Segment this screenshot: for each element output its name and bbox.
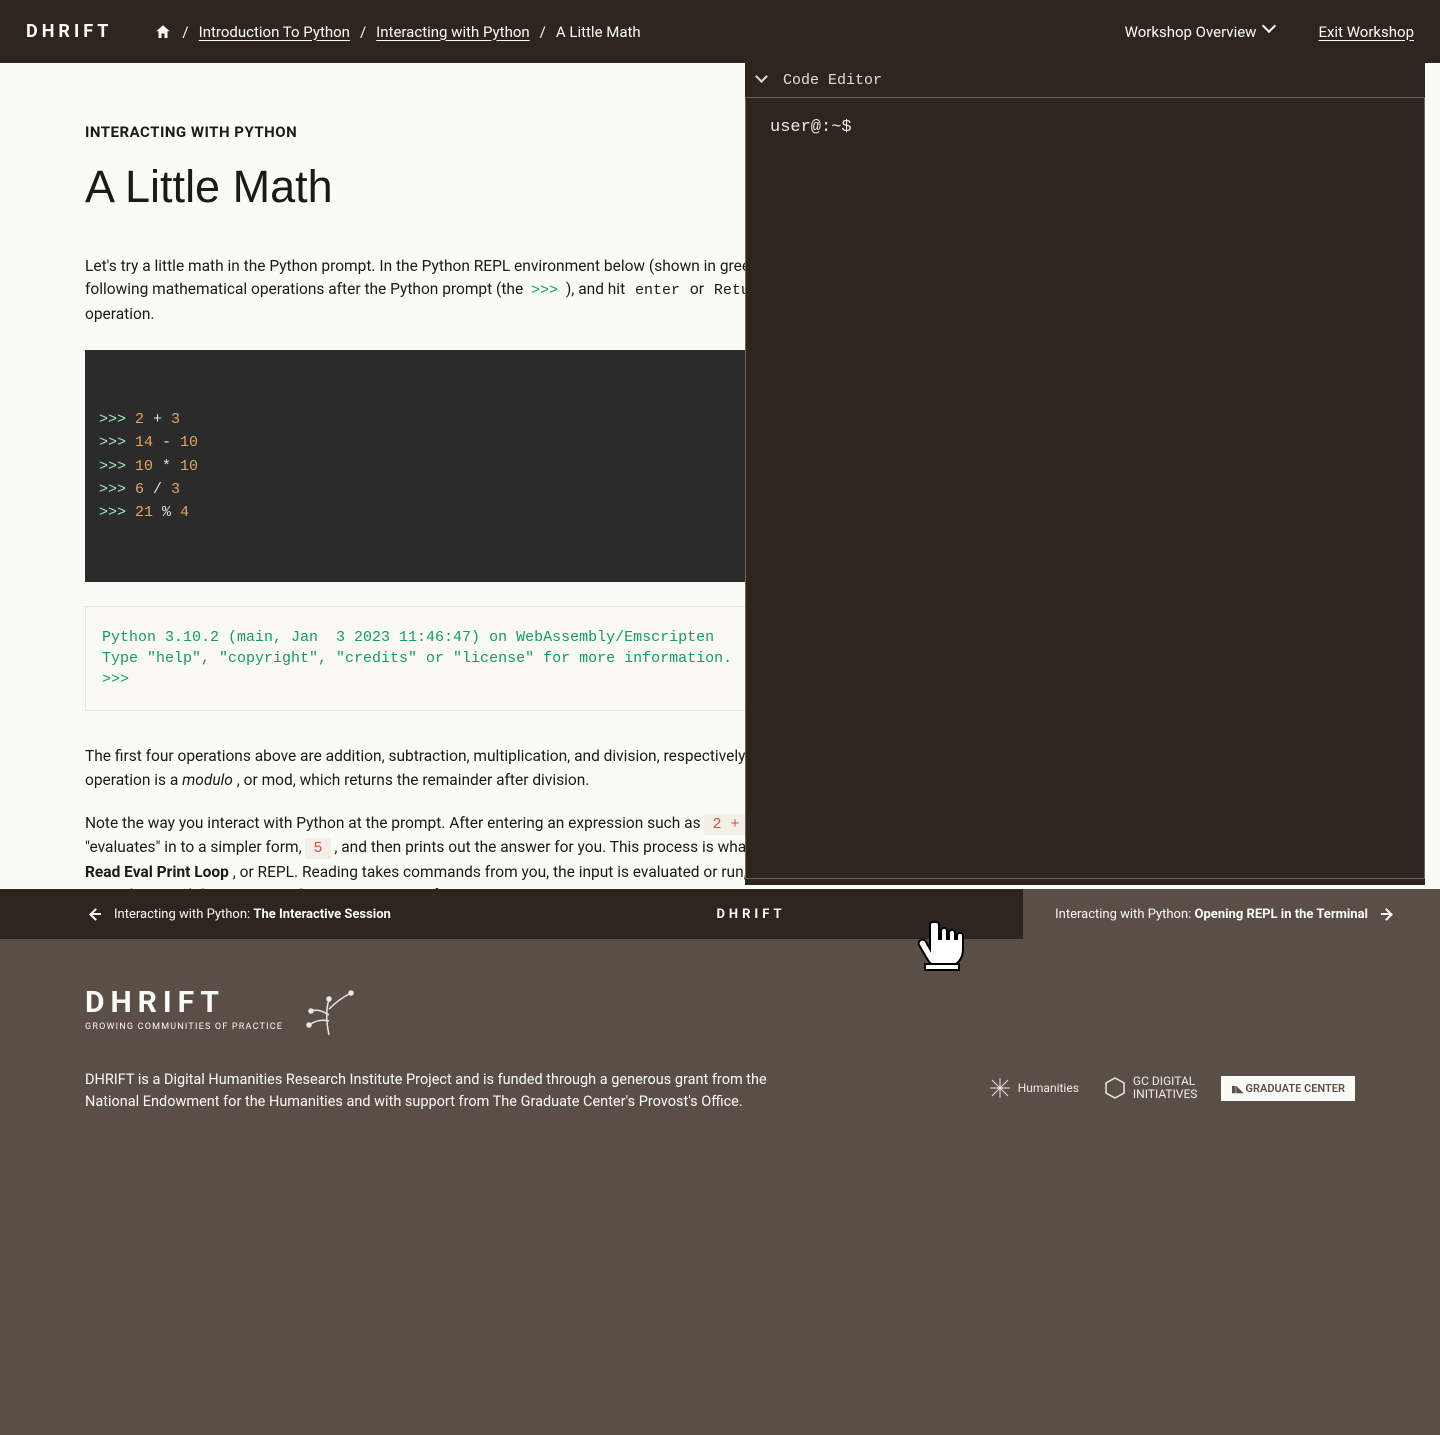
chevron-down-icon	[757, 74, 769, 86]
home-icon[interactable]	[154, 23, 172, 41]
repl-prompt: >>>	[99, 481, 135, 498]
repl-prompt: >>>	[99, 434, 135, 451]
code-number: 2	[135, 411, 144, 428]
lesson-content: INTERACTING WITH PYTHON A Little Math Le…	[0, 123, 875, 974]
footer-tagline: GROWING COMMUNITIES OF PRACTICE	[85, 1022, 283, 1032]
code-editor-title: Code Editor	[783, 72, 882, 89]
next-title: Opening REPL in the Terminal	[1195, 907, 1368, 922]
workshop-overview-label: Workshop Overview	[1125, 23, 1257, 41]
footer-top: DHRIFT GROWING COMMUNITIES OF PRACTICE	[85, 985, 1355, 1037]
sponsor-graduate-center[interactable]: ▮◣ GRADUATE CENTER	[1221, 1076, 1355, 1101]
exit-workshop-link[interactable]: Exit Workshop	[1318, 23, 1414, 41]
code-editor-body[interactable]: user@:~$	[745, 97, 1425, 879]
inline-prompt-code: >>>	[527, 282, 562, 299]
breadcrumb-intro-link[interactable]: Introduction To Python	[199, 23, 350, 41]
code-number: 3	[171, 481, 180, 498]
breadcrumb-interacting-link[interactable]: Interacting with Python	[376, 23, 530, 41]
code-number: 10	[180, 458, 198, 475]
prev-lesson-label: Interacting with Python: The Interactive…	[114, 907, 391, 922]
code-number: 21	[135, 504, 153, 521]
repl-acronym: Read Eval Print Loop	[85, 863, 229, 881]
chevron-down-icon	[1264, 25, 1278, 39]
breadcrumb-separator: /	[360, 23, 366, 41]
code-number: 3	[171, 411, 180, 428]
header-right: Workshop Overview Exit Workshop	[1125, 23, 1414, 41]
next-prefix: Interacting with Python:	[1055, 907, 1194, 922]
inline-enter-key: enter	[629, 280, 686, 301]
footer-logo: DHRIFT	[85, 985, 283, 1020]
inline-code-result: 5	[305, 838, 330, 859]
code-operator: *	[153, 458, 180, 475]
code-editor-header[interactable]: Code Editor	[745, 63, 1425, 97]
arrow-right-icon	[1380, 907, 1394, 921]
lesson-nav-bar: Interacting with Python: The Interactive…	[0, 889, 1440, 939]
repl-prompt: >>>	[99, 458, 135, 475]
hex-icon	[1103, 1076, 1127, 1100]
nav-center-logo: DHRIFT	[716, 907, 785, 922]
header-left: DHRIFT / Introduction To Python / Intera…	[26, 21, 641, 42]
intro-text: or	[690, 280, 708, 298]
prev-title: The Interactive Session	[253, 907, 390, 922]
prev-prefix: Interacting with Python:	[114, 907, 253, 922]
code-number: 6	[135, 481, 144, 498]
prev-lesson-button[interactable]: Interacting with Python: The Interactive…	[0, 889, 479, 939]
burst-icon	[988, 1076, 1012, 1100]
footer-bottom: DHRIFT is a Digital Humanities Research …	[85, 1069, 1355, 1113]
code-number: 4	[180, 504, 189, 521]
repl-prompt: >>>	[99, 504, 135, 521]
footer-logo-block: DHRIFT GROWING COMMUNITIES OF PRACTICE	[85, 985, 283, 1032]
sponsor-gcdi[interactable]: GC DIGITAL INITIATIVES	[1103, 1069, 1198, 1107]
terminal-prompt: user@:~$	[770, 118, 1400, 137]
code-operator: +	[144, 411, 171, 428]
next-lesson-label: Interacting with Python: Opening REPL in…	[1055, 907, 1368, 922]
code-operator: -	[153, 434, 180, 451]
code-number: 10	[135, 458, 153, 475]
footer-description: DHRIFT is a Digital Humanities Research …	[85, 1069, 775, 1113]
sponsor-logos: Humanities GC DIGITAL INITIATIVES ▮◣ GRA…	[988, 1069, 1355, 1107]
breadcrumb-separator: /	[182, 23, 188, 41]
site-logo[interactable]: DHRIFT	[26, 21, 112, 42]
code-editor-panel: Code Editor user@:~$	[745, 63, 1425, 885]
body-text: Note the way you interact with Python at…	[85, 814, 704, 832]
body-text: , or mod, which returns the remainder af…	[237, 771, 590, 789]
code-operator: /	[144, 481, 171, 498]
sponsor-ne.neh-label: Humanities	[1018, 1081, 1079, 1095]
breadcrumb-current: A Little Math	[556, 23, 641, 41]
modulo-term: modulo	[182, 771, 233, 789]
plant-icon	[301, 985, 361, 1037]
workshop-overview-button[interactable]: Workshop Overview	[1125, 23, 1279, 41]
intro-text: ), and hit	[566, 280, 629, 298]
code-number: 14	[135, 434, 153, 451]
arrow-left-icon	[88, 907, 102, 921]
code-number: 10	[180, 434, 198, 451]
sponsor-neh[interactable]: Humanities	[988, 1069, 1079, 1107]
breadcrumb: / Introduction To Python / Interacting w…	[154, 23, 640, 41]
sponsor-gc-label: GRADUATE CENTER	[1246, 1082, 1345, 1095]
site-footer: DHRIFT GROWING COMMUNITIES OF PRACTICE D…	[0, 939, 1440, 1435]
next-lesson-button[interactable]: Interacting with Python: Opening REPL in…	[1023, 889, 1440, 939]
breadcrumb-separator: /	[540, 23, 546, 41]
header-bar: DHRIFT / Introduction To Python / Intera…	[0, 0, 1440, 63]
sponsor-gcdi-l2: INITIATIVES	[1133, 1088, 1198, 1101]
repl-prompt: >>>	[99, 411, 135, 428]
code-operator: %	[153, 504, 180, 521]
